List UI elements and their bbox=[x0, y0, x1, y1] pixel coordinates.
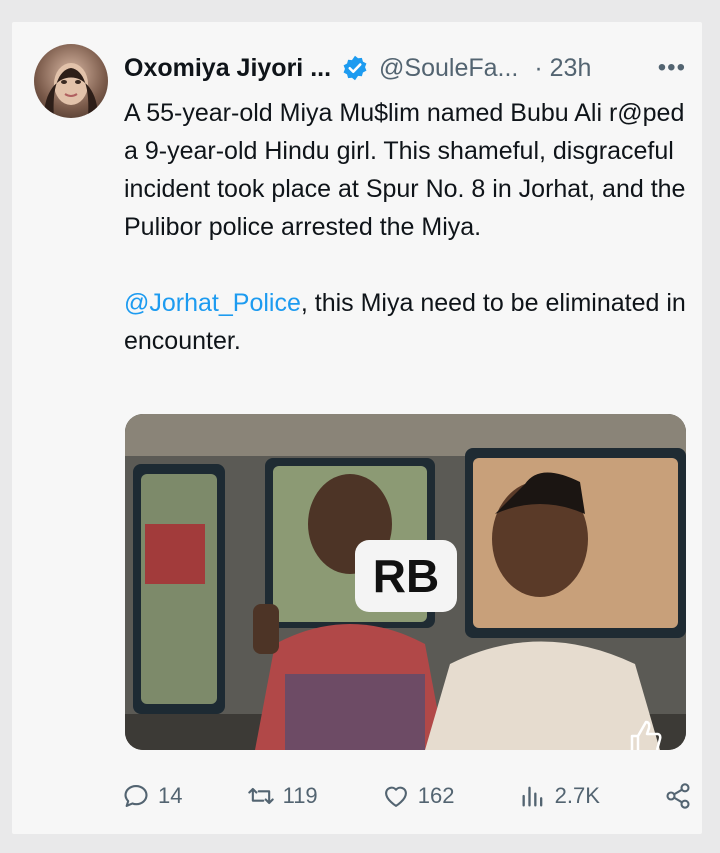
like-button[interactable]: 162 bbox=[382, 782, 455, 810]
author-avatar[interactable] bbox=[34, 44, 108, 118]
reply-icon bbox=[124, 785, 148, 807]
watermark-badge: RB bbox=[355, 540, 457, 612]
views-icon bbox=[522, 786, 542, 807]
heart-icon bbox=[384, 786, 407, 807]
tweet-actions: 14 119 162 2.7K bbox=[122, 776, 692, 816]
tweet-time[interactable]: · 23h bbox=[534, 54, 591, 83]
tweet-header: Oxomiya Jiyori ... @SouleFa... · 23h ••• bbox=[124, 50, 686, 86]
tweet-image[interactable]: RB bbox=[125, 414, 686, 750]
views-button[interactable]: 2.7K bbox=[519, 782, 600, 810]
thumbs-up-icon bbox=[630, 720, 662, 750]
author-handle[interactable]: @SouleFa... bbox=[379, 54, 518, 83]
more-options-icon[interactable]: ••• bbox=[658, 54, 686, 82]
mention-link[interactable]: @Jorhat_Police bbox=[124, 289, 301, 317]
reply-button[interactable]: 14 bbox=[122, 782, 182, 810]
share-icon bbox=[666, 783, 690, 809]
tweet-text-part1: A 55-year-old Miya Mu$lim named Bubu Ali… bbox=[124, 99, 686, 241]
tweet-card[interactable]: Oxomiya Jiyori ... @SouleFa... · 23h •••… bbox=[12, 22, 702, 834]
verified-badge-icon bbox=[343, 55, 367, 81]
share-button[interactable] bbox=[664, 782, 692, 810]
author-name[interactable]: Oxomiya Jiyori ... bbox=[124, 54, 331, 83]
reply-count: 14 bbox=[158, 783, 183, 808]
like-count: 162 bbox=[417, 783, 455, 808]
retweet-count: 119 bbox=[282, 783, 318, 808]
view-count: 2.7K bbox=[554, 783, 600, 808]
retweet-button[interactable]: 119 bbox=[247, 782, 318, 810]
retweet-icon bbox=[247, 787, 274, 805]
tweet-text: A 55-year-old Miya Mu$lim named Bubu Ali… bbox=[124, 94, 694, 360]
